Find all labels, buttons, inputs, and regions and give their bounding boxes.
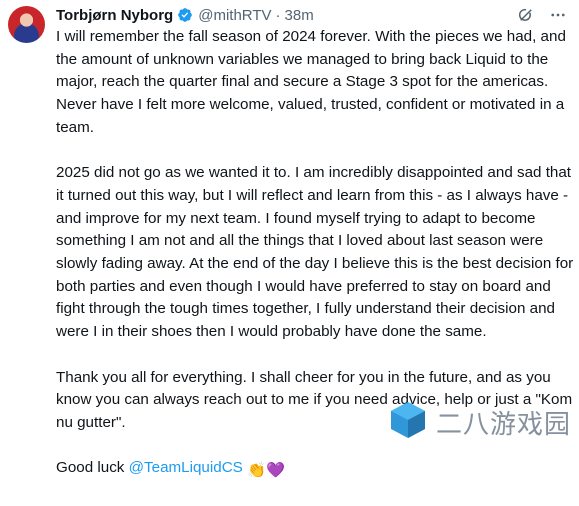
verified-badge-icon bbox=[177, 7, 193, 23]
more-icon[interactable] bbox=[549, 6, 567, 24]
header-actions bbox=[517, 6, 567, 24]
watermark-logo-icon bbox=[388, 400, 428, 445]
watermark-text: 二八游戏园 bbox=[435, 410, 571, 440]
grok-icon[interactable] bbox=[517, 6, 535, 24]
tweet-paragraph-4: Good luck @TeamLiquidCS 👏💜 bbox=[56, 457, 576, 483]
tweet-header: Torbjørn Nyborg @mithRTV · 38m bbox=[56, 4, 571, 26]
tweet-paragraph-1: I will remember the fall season of 2024 … bbox=[56, 28, 566, 136]
author-name[interactable]: Torbjørn Nyborg bbox=[56, 7, 173, 24]
separator-dot: · bbox=[275, 6, 281, 24]
good-luck-text: Good luck bbox=[56, 459, 129, 477]
clap-heart-emoji: 👏💜 bbox=[247, 462, 285, 480]
author-handle[interactable]: @mithRTV bbox=[198, 7, 271, 24]
tweet-paragraph-2: 2025 did not go as we wanted it to. I am… bbox=[56, 164, 574, 341]
mention-link[interactable]: @TeamLiquidCS bbox=[129, 459, 243, 476]
avatar[interactable] bbox=[8, 6, 45, 43]
watermark: 二八游戏园 bbox=[388, 400, 571, 445]
timestamp[interactable]: 38m bbox=[285, 7, 314, 24]
